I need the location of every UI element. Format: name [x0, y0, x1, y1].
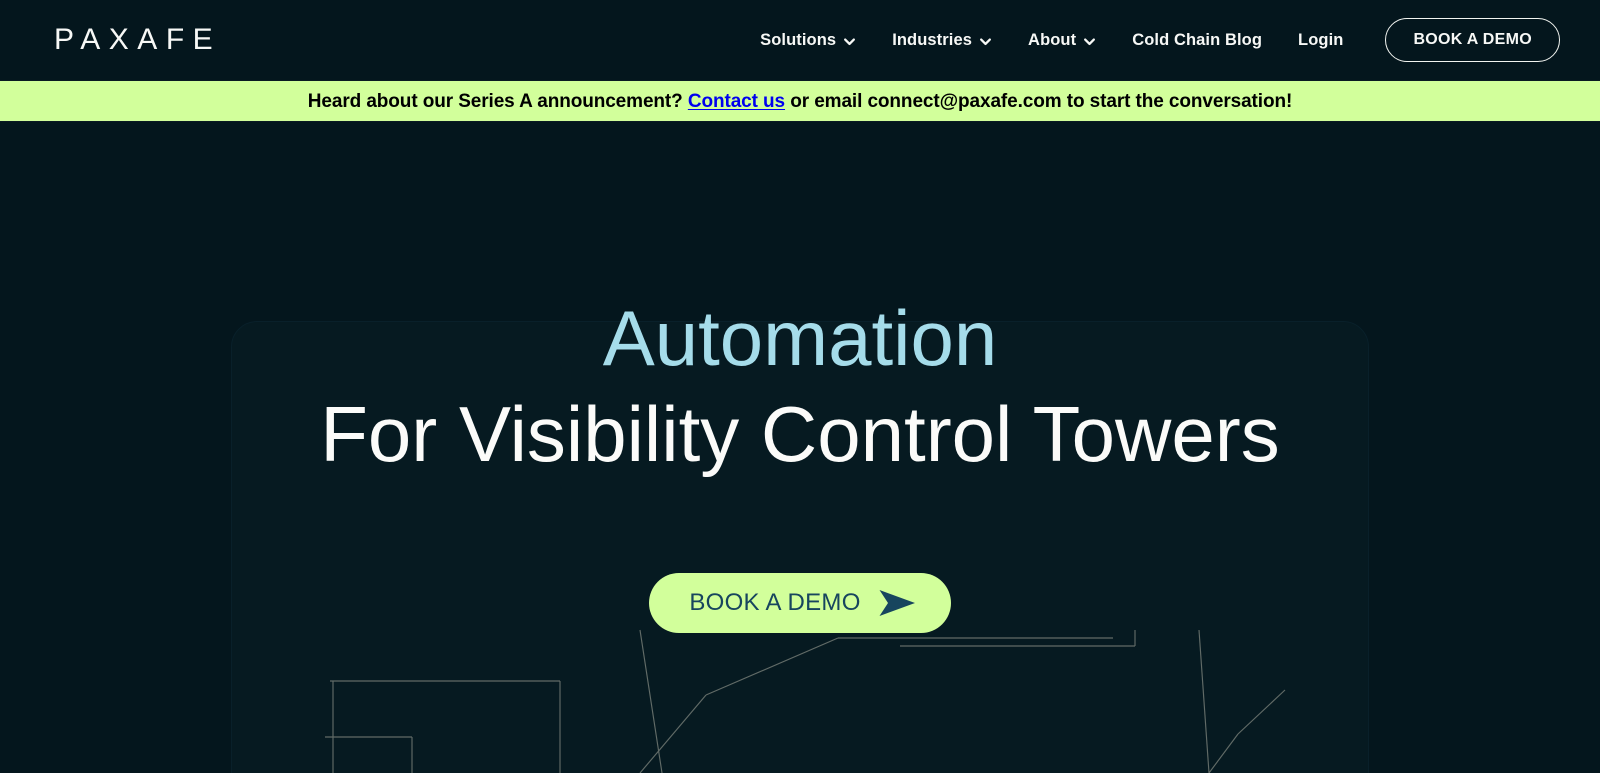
arrow-right-icon [877, 588, 917, 618]
page-root: PAXAFE Solutions Industries About Cold C… [0, 0, 1600, 773]
chevron-down-icon [1083, 35, 1096, 48]
nav-item-solutions[interactable]: Solutions [742, 23, 874, 58]
hero-section: Automation For Visibility Control Towers… [0, 122, 1600, 773]
nav-item-cold-chain-blog[interactable]: Cold Chain Blog [1114, 23, 1280, 58]
announcement-banner: Heard about our Series A announcement? C… [0, 80, 1600, 122]
header-book-a-demo-button[interactable]: BOOK A DEMO [1385, 18, 1560, 62]
hero-book-a-demo-button[interactable]: BOOK A DEMO [649, 573, 951, 634]
nav-item-about[interactable]: About [1010, 23, 1114, 58]
site-header: PAXAFE Solutions Industries About Cold C… [0, 0, 1600, 80]
hero-headline-line-1: Automation [602, 294, 998, 382]
announcement-suffix: or email connect@paxafe.com to start the… [785, 90, 1293, 112]
hero-cta-wrapper: BOOK A DEMO [649, 573, 951, 634]
logo-paxafe[interactable]: PAXAFE [54, 25, 221, 55]
announcement-text: Heard about our Series A announcement? C… [307, 90, 1293, 112]
main-navigation: Solutions Industries About Cold Chain Bl… [742, 18, 1560, 62]
nav-item-label: Industries [892, 30, 973, 49]
hero-headline-line-2: For Visibility Control Towers [320, 390, 1280, 479]
nav-item-login[interactable]: Login [1280, 23, 1361, 58]
contact-us-link[interactable]: Contact us [688, 91, 785, 112]
nav-item-label: Login [1298, 30, 1344, 49]
nav-item-label: Solutions [760, 30, 837, 49]
chevron-down-icon [979, 35, 992, 48]
hero-cta-label: BOOK A DEMO [689, 589, 861, 617]
chevron-down-icon [843, 35, 856, 48]
announcement-prefix: Heard about our Series A announcement? [307, 90, 688, 112]
nav-item-industries[interactable]: Industries [874, 23, 1010, 58]
hero-headline: Automation For Visibility Control Towers [320, 292, 1279, 480]
nav-item-label: About [1028, 30, 1077, 49]
nav-item-label: Cold Chain Blog [1132, 30, 1263, 49]
hero-content: Automation For Visibility Control Towers… [0, 122, 1600, 773]
